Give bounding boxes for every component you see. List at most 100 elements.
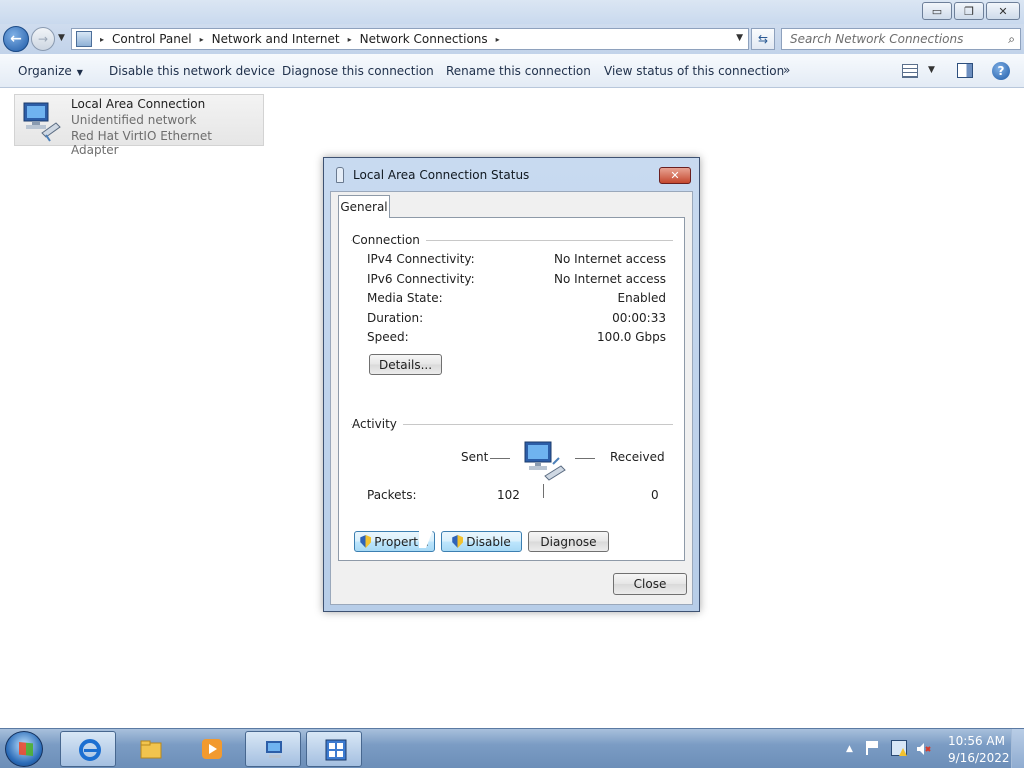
forward-button[interactable]: → [31, 27, 55, 51]
connection-status: Unidentified network [71, 113, 197, 127]
status-dialog: Local Area Connection Status ✕ General C… [323, 157, 700, 612]
more-commands-button[interactable]: » [783, 63, 790, 77]
ipv6-label: IPv6 Connectivity: [367, 272, 475, 286]
help-icon[interactable]: ? [992, 62, 1010, 80]
close-button[interactable]: ✕ [986, 2, 1020, 20]
media-state-value: Enabled [617, 291, 667, 305]
breadcrumb-separator[interactable]: ▸ [348, 35, 352, 44]
taskbar-media-player[interactable] [183, 731, 239, 767]
local-area-connection-item[interactable]: Local Area Connection Unidentified netwo… [14, 94, 264, 157]
minimize-button[interactable]: ▭ [922, 2, 952, 20]
show-desktop-button[interactable] [1011, 729, 1024, 768]
clock-time[interactable]: 10:56 AM [948, 734, 1005, 748]
preview-pane-icon[interactable] [957, 63, 973, 78]
media-state-label: Media State: [367, 291, 443, 305]
view-dropdown-icon[interactable]: ▼ [928, 65, 935, 75]
diagnose-connection-button[interactable]: Diagnose this connection [282, 64, 434, 78]
maximize-button[interactable]: ❐ [954, 2, 984, 20]
organize-menu[interactable]: Organize ▼ [18, 64, 83, 78]
window-controls: ▭ ❐ ✕ [922, 2, 1020, 20]
details-button[interactable]: Details... [369, 354, 442, 375]
close-icon: ✕ [670, 169, 680, 182]
address-row: ← → ▼ ▸ Control Panel ▸ Network and Inte… [0, 24, 1024, 54]
search-icon[interactable]: ⌕ [1008, 32, 1015, 47]
breadcrumb-separator[interactable]: ▸ [496, 35, 500, 44]
diagnose-button[interactable]: Diagnose [528, 531, 609, 552]
mouse-cursor-icon [419, 530, 433, 548]
view-status-button[interactable]: View status of this connection [604, 64, 784, 78]
breadcrumb-network-connections[interactable]: Network Connections [360, 32, 488, 46]
speed-value: 100.0 Gbps [597, 330, 666, 344]
control-panel-icon [325, 739, 347, 761]
address-dropdown-icon[interactable]: ▼ [736, 33, 743, 43]
windows-logo-icon [19, 742, 33, 756]
volume-muted-icon[interactable] [915, 741, 931, 757]
activity-computers-icon [524, 441, 566, 481]
close-dialog-button[interactable]: Close [613, 573, 687, 595]
connection-dialog-icon [336, 167, 344, 183]
media-player-icon [202, 739, 222, 759]
show-hidden-icons-button[interactable]: ▲ [846, 744, 853, 754]
organize-label: Organize [18, 64, 72, 78]
back-button[interactable]: ← [3, 26, 29, 52]
breadcrumb-separator[interactable]: ▸ [100, 35, 104, 44]
search-input[interactable]: Search Network Connections ⌕ [781, 28, 1021, 50]
action-center-flag-icon[interactable] [866, 741, 880, 755]
dialog-close-button[interactable]: ✕ [659, 167, 691, 184]
internet-explorer-icon [79, 739, 101, 761]
ipv6-value: No Internet access [553, 272, 666, 286]
rename-connection-button[interactable]: Rename this connection [446, 64, 591, 78]
sent-label: Sent [461, 450, 489, 464]
forward-arrow-icon: → [37, 32, 49, 46]
speed-label: Speed: [367, 330, 409, 344]
start-button[interactable] [5, 731, 43, 767]
taskbar-control-panel[interactable] [306, 731, 362, 767]
packets-sent-value: 102 [497, 488, 520, 502]
received-label: Received [610, 450, 665, 464]
duration-label: Duration: [367, 311, 424, 325]
taskbar-network-connections[interactable] [245, 731, 301, 767]
packets-received-value: 0 [651, 488, 659, 502]
ipv4-value: No Internet access [553, 252, 666, 266]
search-placeholder: Search Network Connections [790, 32, 964, 46]
clock-date[interactable]: 9/16/2022 [948, 751, 1010, 765]
disable-label: Disable [466, 534, 511, 549]
shield-icon [452, 535, 464, 548]
change-view-icon[interactable] [902, 64, 918, 78]
shield-icon [360, 535, 372, 548]
ipv4-label: IPv4 Connectivity: [367, 252, 475, 266]
breadcrumb-network-and-internet[interactable]: Network and Internet [212, 32, 340, 46]
taskbar: ▲ 10:56 AM 9/16/2022 [0, 728, 1024, 768]
network-adapter-icon [23, 102, 61, 142]
general-tab-panel: Connection IPv4 Connectivity: No Interne… [338, 217, 685, 561]
recent-pages-dropdown[interactable]: ▼ [58, 33, 65, 43]
tab-general[interactable]: General [338, 195, 390, 218]
address-bar[interactable]: ▸ Control Panel ▸ Network and Internet ▸… [71, 28, 749, 50]
activity-group-label: Activity [352, 417, 403, 431]
connection-group-label: Connection [352, 233, 426, 247]
chevron-down-icon: ▼ [76, 68, 83, 77]
sent-line [490, 458, 510, 459]
refresh-button[interactable]: ⇆ [751, 28, 775, 50]
dialog-body: General Connection IPv4 Connectivity: No… [330, 191, 693, 605]
packets-label: Packets: [367, 488, 417, 502]
back-arrow-icon: ← [10, 31, 22, 47]
command-bar: Organize ▼ Disable this network device Di… [0, 54, 1024, 88]
window-titlebar: ▭ ❐ ✕ [0, 0, 1024, 24]
control-panel-icon [76, 31, 92, 47]
taskbar-ie[interactable] [60, 731, 116, 767]
folder-icon [140, 740, 162, 759]
connection-adapter: Red Hat VirtIO Ethernet Adapter [71, 129, 212, 157]
disable-device-button[interactable]: Disable this network device [109, 64, 275, 78]
breadcrumb-separator[interactable]: ▸ [200, 35, 204, 44]
packets-divider [543, 484, 544, 498]
refresh-icon: ⇆ [757, 32, 769, 46]
connection-name: Local Area Connection [71, 97, 206, 111]
dialog-title: Local Area Connection Status [353, 168, 530, 182]
breadcrumb-control-panel[interactable]: Control Panel [112, 32, 192, 46]
duration-value: 00:00:33 [612, 311, 666, 325]
disable-button[interactable]: Disable [441, 531, 522, 552]
taskbar-explorer[interactable] [122, 731, 178, 767]
network-connections-icon [266, 741, 282, 758]
received-line [575, 458, 595, 459]
